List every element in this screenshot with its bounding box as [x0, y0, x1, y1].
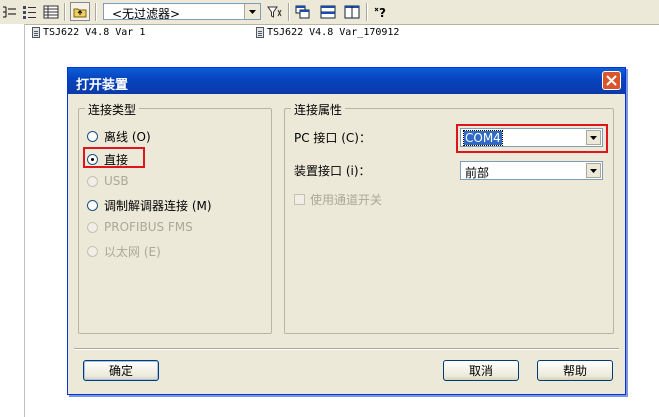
close-button[interactable]	[602, 71, 621, 90]
main-toolbar: <无过滤器> ?	[0, 0, 659, 25]
radio-profibus: PROFIBUS FMS	[87, 220, 193, 234]
chevron-down-icon[interactable]	[244, 4, 260, 19]
radio-modem-circle[interactable]	[87, 200, 98, 211]
details-view-icon[interactable]	[41, 2, 61, 21]
radio-usb: USB	[87, 174, 129, 188]
device-port-value: 前部	[465, 166, 490, 180]
chevron-down-icon[interactable]	[586, 163, 601, 178]
connection-type-label: 连接类型	[85, 101, 140, 118]
close-icon	[606, 75, 617, 86]
connection-type-group: 连接类型 离线 (O) 直接 USB 调制解调器连接 (M) PROFIBUS …	[78, 101, 272, 334]
radio-offline-circle[interactable]	[87, 131, 98, 142]
filter-icon[interactable]	[265, 2, 285, 21]
tree-view-icon[interactable]	[0, 2, 20, 21]
dialog-title: 打开装置	[76, 78, 129, 93]
highlight-com-port	[456, 124, 608, 153]
help-icon[interactable]: ?	[371, 2, 391, 21]
list-view-icon[interactable]	[20, 2, 40, 21]
open-device-dialog: 打开装置 连接类型 离线 (O) 直接 USB 调制解调器连接 (M) PROF…	[67, 67, 626, 395]
radio-usb-label: USB	[104, 174, 129, 188]
filter-select[interactable]: <无过滤器>	[103, 3, 261, 21]
highlight-direct	[83, 147, 145, 168]
radio-offline-label: 离线 (O)	[104, 130, 151, 144]
channel-switch-box	[294, 194, 305, 205]
tree-item-label: TSJ622 V4.8 Var_170912	[267, 27, 400, 38]
radio-ethernet-label: 以太网 (E)	[104, 245, 161, 259]
radio-profibus-circle	[87, 221, 98, 233]
device-port-label: 装置接口 (i)：	[294, 164, 371, 178]
device-port-select[interactable]: 前部	[460, 161, 603, 180]
tile-icon[interactable]	[318, 2, 338, 21]
radio-usb-circle	[87, 175, 98, 187]
radio-profibus-label: PROFIBUS FMS	[104, 220, 193, 234]
pc-port-label: PC 接口 (C)：	[294, 131, 371, 145]
tree-item-label: TSJ622 V4.8 Var 1	[43, 27, 146, 38]
columns-icon[interactable]	[342, 2, 362, 21]
radio-ethernet: 以太网 (E)	[87, 243, 161, 260]
ok-button[interactable]: 确定	[83, 360, 159, 381]
channel-switch-checkbox: 使用通道开关	[294, 191, 382, 208]
tree-panel	[0, 24, 25, 417]
radio-modem-label: 调制解调器连接 (M)	[104, 199, 212, 213]
ok-button-label: 确定	[108, 364, 133, 378]
up-folder-icon[interactable]	[70, 2, 90, 21]
help-button[interactable]: 帮助	[537, 360, 613, 381]
channel-switch-label: 使用通道开关	[310, 193, 383, 207]
document-icon	[256, 27, 264, 38]
radio-modem[interactable]: 调制解调器连接 (M)	[87, 197, 212, 214]
tree-item[interactable]: TSJ622 V4.8 Var 1	[32, 27, 145, 38]
svg-text:?: ?	[379, 6, 386, 19]
dialog-titlebar[interactable]: 打开装置	[68, 68, 625, 94]
document-icon	[32, 27, 40, 38]
radio-offline[interactable]: 离线 (O)	[87, 128, 151, 145]
help-button-label: 帮助	[562, 364, 587, 378]
radio-ethernet-circle	[87, 246, 98, 257]
connection-props-label: 连接属性	[291, 101, 346, 118]
cancel-button[interactable]: 取消	[443, 360, 519, 381]
tree-item[interactable]: TSJ622 V4.8 Var_170912	[256, 27, 399, 38]
window-icon[interactable]	[293, 2, 313, 21]
cancel-button-label: 取消	[468, 364, 493, 378]
button-divider	[74, 348, 619, 350]
filter-select-value: <无过滤器>	[112, 7, 181, 21]
